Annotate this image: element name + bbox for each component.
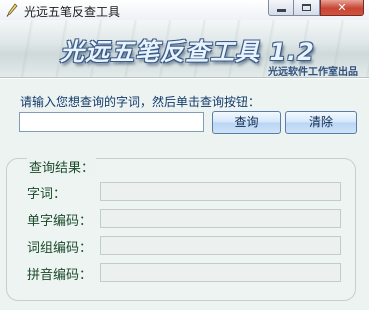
banner: 光远五笔反查工具 1.2 光远软件工作室出品 bbox=[0, 20, 369, 78]
app-window: 光远五笔反查工具 ✕ 光远五笔反查工具 1.2 光远软件工作室出品 请输入您想查… bbox=[0, 0, 369, 310]
single-char-code-field[interactable] bbox=[100, 209, 341, 228]
search-input[interactable] bbox=[19, 112, 204, 132]
word-field[interactable] bbox=[100, 182, 341, 201]
results-group: 查询结果： 字词： 单字编码： 词组编码： 拼音编码： bbox=[6, 157, 356, 301]
word-label: 字词： bbox=[27, 187, 67, 202]
pinyin-code-field[interactable] bbox=[100, 263, 341, 282]
main-panel: 请输入您想查询的字词，然后单击查询按钮： 查询 清除 查询结果： 字词： 单字编… bbox=[0, 79, 369, 310]
banner-subtitle: 光远软件工作室出品 bbox=[268, 67, 358, 78]
phrase-code-label: 词组编码： bbox=[27, 241, 93, 256]
phrase-code-field[interactable] bbox=[100, 236, 341, 255]
pinyin-code-label: 拼音编码： bbox=[27, 268, 93, 283]
pen-icon bbox=[6, 3, 18, 17]
minimize-button[interactable] bbox=[268, 0, 294, 16]
banner-title: 光远五笔反查工具 1.2 bbox=[60, 38, 315, 66]
clear-button[interactable]: 清除 bbox=[285, 111, 357, 134]
window-title: 光远五笔反查工具 bbox=[24, 5, 121, 19]
single-char-code-label: 单字编码： bbox=[27, 214, 93, 229]
search-prompt: 请输入您想查询的字词，然后单击查询按钮： bbox=[20, 95, 261, 109]
query-button[interactable]: 查询 bbox=[212, 111, 281, 134]
close-icon: ✕ bbox=[337, 1, 347, 14]
maximize-icon bbox=[302, 4, 311, 11]
minimize-icon bbox=[276, 9, 286, 12]
title-bar[interactable]: 光远五笔反查工具 ✕ bbox=[0, 0, 369, 20]
maximize-button[interactable] bbox=[294, 0, 320, 16]
results-title: 查询结果： bbox=[27, 157, 97, 176]
close-button[interactable]: ✕ bbox=[320, 0, 364, 16]
